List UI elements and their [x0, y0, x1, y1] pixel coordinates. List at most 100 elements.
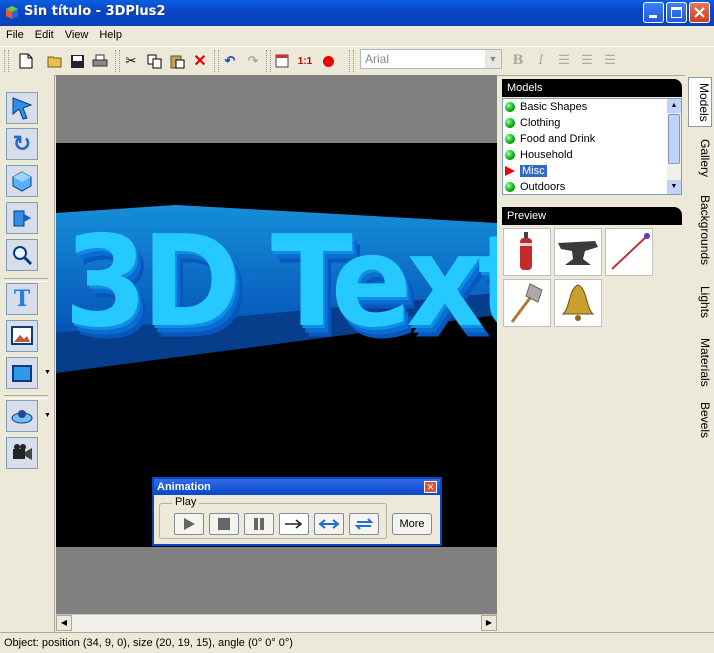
tab-gallery[interactable]: Gallery	[688, 133, 712, 183]
models-list[interactable]: Basic Shapes Clothing Food and Drink Hou…	[502, 98, 682, 195]
status-bar: Object: position (34, 9, 0), size (20, 1…	[0, 632, 714, 653]
ping-pong-button[interactable]	[314, 513, 344, 535]
pause-button[interactable]	[244, 513, 274, 535]
chevron-down-icon[interactable]: ▼	[44, 403, 51, 429]
chevron-down-icon[interactable]: ▼	[44, 360, 51, 386]
preview-grid	[502, 226, 682, 632]
save-button[interactable]	[67, 51, 87, 71]
stop-button[interactable]	[209, 513, 239, 535]
fit-to-view-button[interactable]: 1:1	[295, 51, 315, 71]
scissors-icon: ✂	[125, 53, 137, 68]
minimize-button[interactable]	[643, 2, 664, 23]
horizontal-scrollbar[interactable]: ◀ ▶	[56, 614, 497, 632]
tab-materials[interactable]: Materials	[688, 333, 712, 391]
chevron-down-icon[interactable]: ▼	[485, 50, 501, 68]
shape-tool[interactable]	[6, 357, 38, 389]
green-dot-icon	[505, 150, 515, 160]
maximize-button[interactable]	[666, 2, 687, 23]
new-button[interactable]	[16, 51, 36, 71]
scale-tool[interactable]	[6, 202, 38, 234]
fit-view-icon: 1:1	[297, 55, 313, 67]
copy-icon	[147, 54, 161, 68]
list-item[interactable]: Food and Drink	[503, 131, 681, 147]
scroll-right-button[interactable]: ▶	[481, 615, 497, 631]
bold-icon: B	[512, 52, 524, 68]
font-name-select[interactable]: Arial ▼	[360, 49, 502, 69]
zoom-tool[interactable]	[6, 239, 38, 271]
preview-thumbnail[interactable]	[503, 228, 551, 276]
rotate-icon: ↻	[12, 131, 32, 156]
rotate-tool[interactable]: ↻	[6, 128, 38, 160]
loop-button[interactable]	[349, 513, 379, 535]
toolbar-grip[interactable]	[115, 50, 120, 72]
delete-button[interactable]: ✕	[190, 51, 210, 71]
text-tool[interactable]: T	[6, 283, 38, 315]
image-tool[interactable]	[6, 320, 38, 352]
list-item[interactable]: Household	[503, 147, 681, 163]
play-once-button[interactable]	[279, 513, 309, 535]
loop-icon	[354, 518, 374, 530]
menu-help[interactable]: Help	[93, 26, 127, 43]
move-tool[interactable]	[6, 165, 38, 197]
printer-icon	[92, 54, 108, 66]
toolbar-grip[interactable]	[266, 50, 271, 72]
play-button[interactable]	[174, 513, 204, 535]
move-cube-icon	[12, 171, 32, 192]
side-tabs: Models Gallery Backgrounds Lights Materi…	[685, 75, 714, 632]
undo-icon: ↶	[224, 53, 236, 68]
open-button[interactable]	[45, 51, 65, 71]
properties-icon	[275, 54, 289, 68]
toolbar-grip[interactable]	[214, 50, 219, 72]
lighting-tool[interactable]	[6, 400, 38, 432]
list-item[interactable]: Basic Shapes	[503, 99, 681, 115]
record-button[interactable]	[318, 51, 338, 71]
tab-backgrounds[interactable]: Backgrounds	[688, 189, 712, 271]
list-item[interactable]: Outdoors	[503, 179, 681, 195]
scroll-down-button[interactable]: ▼	[667, 180, 681, 194]
scroll-left-button[interactable]: ◀	[56, 615, 72, 631]
close-button[interactable]	[689, 2, 710, 23]
punching-bag-icon	[520, 232, 532, 270]
minimize-icon	[649, 15, 657, 18]
scroll-up-button[interactable]: ▲	[667, 99, 681, 113]
preview-thumbnail[interactable]	[554, 279, 602, 327]
cut-button[interactable]: ✂	[121, 51, 141, 71]
play-icon	[184, 518, 195, 530]
undo-button[interactable]: ↶	[220, 51, 240, 71]
scroll-thumb[interactable]	[668, 114, 680, 164]
italic-button[interactable]: I	[531, 50, 551, 70]
copy-button[interactable]	[144, 51, 164, 71]
toolbar-grip[interactable]	[349, 50, 354, 72]
list-item[interactable]: Misc	[503, 163, 681, 179]
align-center-button[interactable]: ☰	[577, 50, 597, 70]
more-button[interactable]: More	[392, 513, 432, 535]
paste-button[interactable]	[167, 51, 187, 71]
menu-file[interactable]: File	[0, 26, 29, 43]
align-left-button[interactable]: ☰	[554, 50, 574, 70]
tab-bevels[interactable]: Bevels	[688, 399, 712, 441]
bold-button[interactable]: B	[508, 50, 528, 70]
preview-thumbnail[interactable]	[503, 279, 551, 327]
preview-thumbnail[interactable]	[605, 228, 653, 276]
tab-lights[interactable]: Lights	[688, 280, 712, 324]
print-button[interactable]	[90, 51, 110, 71]
delete-x-icon: ✕	[193, 53, 207, 70]
preview-thumbnail[interactable]	[554, 228, 602, 276]
tab-models[interactable]: Models	[688, 77, 712, 127]
stop-icon	[218, 518, 230, 530]
list-item[interactable]: Clothing	[503, 115, 681, 131]
redo-button[interactable]: ↷	[243, 51, 263, 71]
animation-close-button[interactable]: ✕	[424, 481, 437, 493]
align-right-button[interactable]: ☰	[600, 50, 620, 70]
vertical-scrollbar[interactable]: ▲ ▼	[667, 99, 681, 194]
arrow-icon	[611, 233, 650, 270]
toolbar-grip[interactable]	[4, 50, 9, 72]
scene-3d-text[interactable]: 3D Text	[64, 210, 497, 356]
status-text: Object: position (34, 9, 0), size (20, 1…	[4, 637, 293, 649]
menu-view[interactable]: View	[59, 26, 94, 43]
camera-tool[interactable]	[6, 437, 38, 469]
picture-icon	[11, 326, 33, 345]
properties-button[interactable]	[272, 51, 292, 71]
select-tool[interactable]	[6, 92, 38, 124]
menu-edit[interactable]: Edit	[29, 26, 59, 43]
